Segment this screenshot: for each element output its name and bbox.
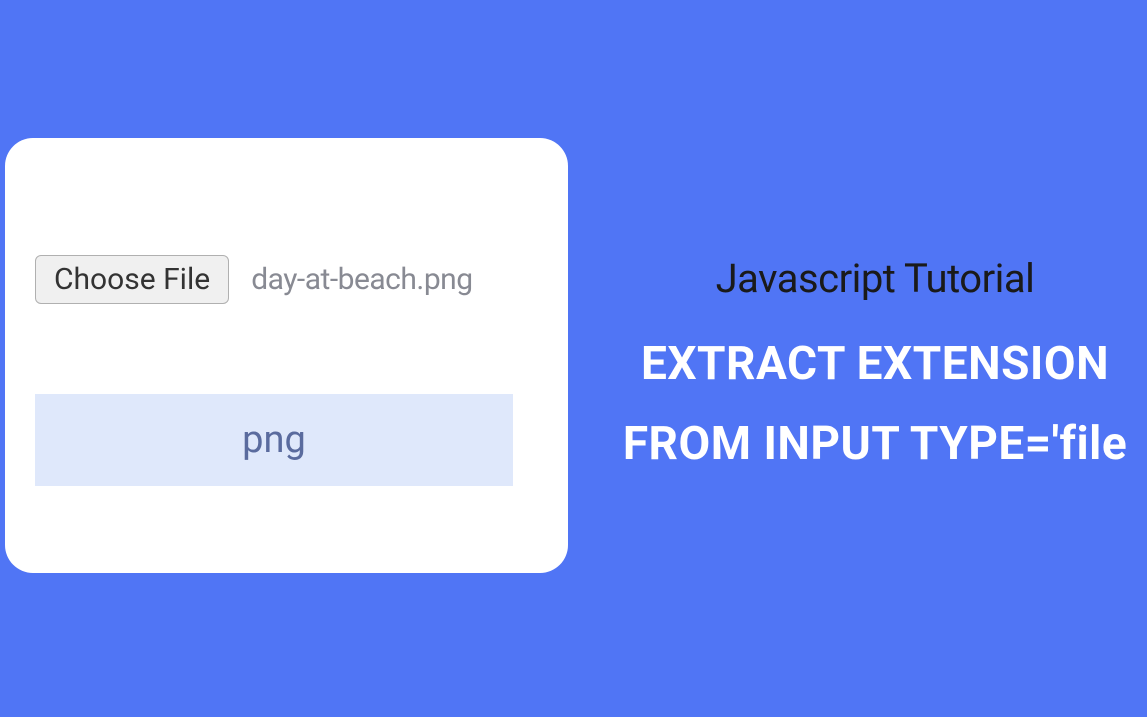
- tutorial-title-line2: FROM INPUT TYPE='file: [600, 417, 1147, 471]
- tutorial-subtitle: Javascript Tutorial: [600, 255, 1147, 302]
- file-input-row: Choose File day-at-beach.png: [35, 255, 538, 304]
- extension-result-box: png: [35, 394, 513, 486]
- choose-file-button[interactable]: Choose File: [35, 255, 229, 304]
- tutorial-title-line1: EXTRACT EXTENSION: [600, 330, 1147, 399]
- title-section: Javascript Tutorial EXTRACT EXTENSION FR…: [600, 255, 1147, 471]
- extension-result-text: png: [242, 418, 306, 462]
- selected-filename: day-at-beach.png: [251, 262, 472, 297]
- demo-card: Choose File day-at-beach.png png: [5, 138, 568, 573]
